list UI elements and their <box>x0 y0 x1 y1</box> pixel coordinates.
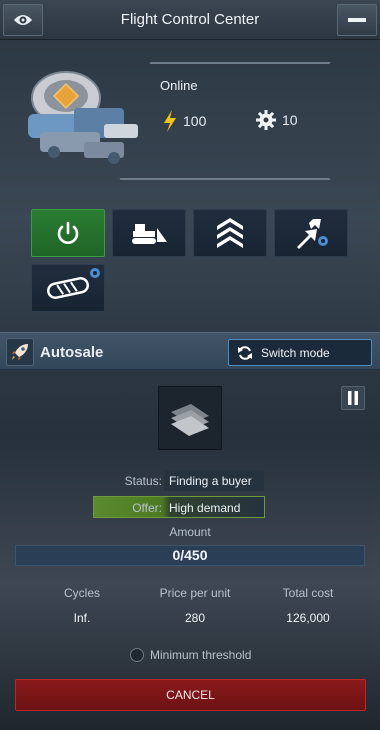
energy-value: 100 <box>183 113 207 129</box>
status-label: Status: <box>124 474 162 488</box>
flight-control-panel: Flight Control Center Online 100 10 Auto… <box>0 0 380 730</box>
cycles-value: Inf. <box>73 611 91 625</box>
bulldozer-icon <box>132 224 167 244</box>
resource-slot[interactable] <box>158 386 222 450</box>
amount-bar: 0/450 <box>15 545 365 566</box>
minimum-threshold-option[interactable]: Minimum threshold <box>130 648 251 662</box>
chevron-rank-icon <box>217 218 243 248</box>
autosale-header: Autosale Switch mode <box>0 332 380 370</box>
cancel-button[interactable]: CANCEL <box>15 679 366 711</box>
minimize-icon <box>348 18 366 22</box>
amount-label: Amount <box>169 525 211 539</box>
ship-image <box>28 71 138 164</box>
threshold-radio[interactable] <box>130 648 144 662</box>
ship-status: Online <box>160 78 198 93</box>
parts-stat: 10 <box>256 110 298 130</box>
rank-up-button[interactable] <box>193 209 267 257</box>
total-value: 126,000 <box>286 611 330 625</box>
conveyor-button[interactable] <box>31 264 105 312</box>
status-value: Finding a buyer <box>169 474 252 488</box>
visibility-button[interactable] <box>3 4 43 36</box>
deco-line-top <box>149 62 331 64</box>
pause-button[interactable] <box>341 386 365 410</box>
power-button[interactable] <box>31 209 105 257</box>
autosale-title: Autosale <box>40 344 104 361</box>
settings-badge-icon <box>90 268 100 278</box>
deco-line-bottom <box>119 178 331 180</box>
switch-mode-label: Switch mode <box>261 345 330 360</box>
price-header: Price per unit <box>159 586 231 600</box>
energy-stat: 100 <box>163 110 206 132</box>
threshold-label: Minimum threshold <box>150 648 252 662</box>
price-column: Price per unit 280 <box>140 586 250 625</box>
eye-icon <box>14 15 32 25</box>
refresh-icon <box>238 345 252 360</box>
transfer-arrows-icon <box>297 219 328 249</box>
cycles-header: Cycles <box>63 586 100 600</box>
offer-label: Offer: <box>132 501 162 515</box>
gear-icon <box>256 110 276 130</box>
minimize-button[interactable] <box>337 4 377 36</box>
cycles-column: Cycles Inf. <box>27 586 137 625</box>
price-value: 280 <box>184 611 206 625</box>
total-column: Total cost 126,000 <box>253 586 363 625</box>
lightning-icon <box>164 110 176 132</box>
total-header: Total cost <box>282 586 334 600</box>
rocket-icon <box>12 344 28 360</box>
autosale-rocket-badge <box>6 338 34 366</box>
window-header: Flight Control Center <box>0 0 380 40</box>
conveyor-icon <box>47 277 89 299</box>
offer-value: High demand <box>169 501 241 515</box>
switch-mode-button[interactable]: Switch mode <box>228 339 372 366</box>
resource-stack-icon <box>171 404 209 436</box>
power-icon <box>57 221 79 244</box>
window-title: Flight Control Center <box>120 11 260 28</box>
bulldozer-button[interactable] <box>112 209 186 257</box>
pause-icon <box>348 391 358 405</box>
parts-value: 10 <box>282 112 298 128</box>
transfer-settings-button[interactable] <box>274 209 348 257</box>
